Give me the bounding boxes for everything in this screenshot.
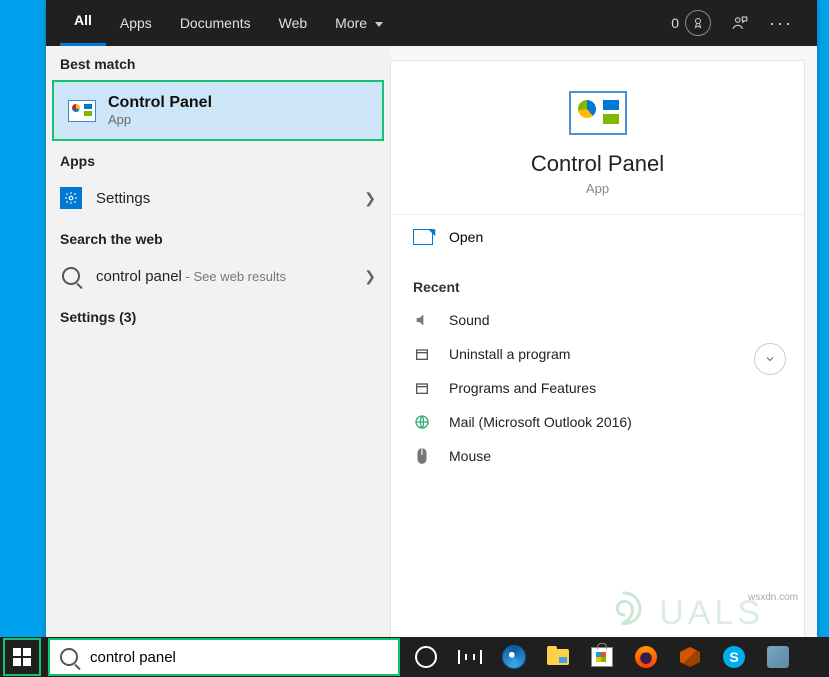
detail-title: Control Panel [391, 151, 804, 177]
search-tabbar: All Apps Documents Web More 0 ··· [46, 0, 817, 46]
recent-item-label: Sound [449, 312, 489, 328]
recent-item-sound[interactable]: Sound [391, 303, 804, 337]
cortana-icon [415, 646, 437, 668]
taskbar-app-explorer[interactable] [536, 637, 580, 677]
result-settings-label: Settings [96, 190, 350, 207]
start-button[interactable] [3, 638, 41, 676]
best-match-result[interactable]: Control Panel App [52, 80, 384, 141]
store-icon [591, 647, 613, 667]
chevron-down-icon [375, 22, 383, 27]
recent-header: Recent [391, 259, 804, 303]
skype-icon: S [723, 646, 745, 668]
control-panel-icon [569, 91, 627, 135]
globe-mail-icon [413, 413, 431, 431]
open-action[interactable]: Open [391, 215, 804, 259]
tab-apps[interactable]: Apps [106, 0, 166, 46]
box-icon [413, 379, 431, 397]
recent-item-programs[interactable]: Programs and Features [391, 371, 804, 405]
windows-logo-icon [13, 648, 31, 666]
firefox-icon [635, 646, 657, 668]
section-best-match: Best match [46, 46, 390, 78]
ellipsis-icon: ··· [769, 13, 793, 34]
search-icon [60, 648, 78, 666]
edge-icon [502, 645, 526, 669]
recent-item-mail[interactable]: Mail (Microsoft Outlook 2016) [391, 405, 804, 439]
best-match-title: Control Panel [108, 94, 212, 112]
chevron-down-icon [764, 353, 776, 365]
tab-more-label: More [335, 15, 367, 31]
tab-documents[interactable]: Documents [166, 0, 265, 46]
recent-item-label: Mail (Microsoft Outlook 2016) [449, 414, 632, 430]
desktop-left-strip [0, 0, 46, 660]
recent-item-label: Uninstall a program [449, 346, 570, 362]
cube-icon [680, 647, 700, 667]
mouse-icon [413, 447, 431, 465]
tab-more[interactable]: More [321, 0, 397, 46]
taskbar-app-generic[interactable] [756, 637, 800, 677]
taskview-button[interactable] [448, 637, 492, 677]
taskbar-app-3d[interactable] [668, 637, 712, 677]
speaker-icon [413, 311, 431, 329]
cortana-button[interactable] [404, 637, 448, 677]
taskbar-app-skype[interactable]: S [712, 637, 756, 677]
taskbar-app-edge[interactable] [492, 637, 536, 677]
options-button[interactable]: ··· [759, 13, 803, 34]
detail-subtitle: App [391, 181, 804, 196]
recent-item-uninstall[interactable]: Uninstall a program [391, 337, 804, 371]
section-search-web: Search the web [46, 221, 390, 253]
tab-web[interactable]: Web [265, 0, 322, 46]
result-settings[interactable]: Settings ❯ [46, 175, 390, 221]
watermark-swirl [604, 589, 644, 629]
box-icon [413, 345, 431, 363]
result-web-label: control panel - See web results [96, 268, 350, 285]
recent-item-label: Programs and Features [449, 380, 596, 396]
taskbar-app-store[interactable] [580, 637, 624, 677]
person-feedback-icon [731, 14, 749, 32]
best-match-subtitle: App [108, 112, 212, 127]
app-icon [767, 646, 789, 668]
taskbar: S [0, 637, 829, 677]
chevron-right-icon: ❯ [364, 190, 376, 207]
control-panel-icon [68, 100, 96, 122]
detail-panel: Control Panel App Open Recent Sound [390, 60, 805, 646]
results-column: Best match Control Panel App Apps Settin… [46, 46, 390, 660]
section-apps: Apps [46, 143, 390, 175]
gear-icon [60, 187, 82, 209]
taskbar-search-box[interactable] [48, 638, 400, 676]
search-icon [60, 265, 82, 287]
taskbar-search-input[interactable] [88, 648, 388, 667]
recent-item-mouse[interactable]: Mouse [391, 439, 804, 473]
open-icon [413, 229, 433, 245]
taskview-icon [458, 650, 482, 664]
rewards-button[interactable]: 0 [661, 10, 721, 36]
rewards-badge-icon [685, 10, 711, 36]
open-label: Open [449, 229, 483, 245]
rewards-points: 0 [671, 15, 679, 31]
result-web-search[interactable]: control panel - See web results ❯ [46, 253, 390, 299]
chevron-right-icon: ❯ [364, 268, 376, 285]
taskbar-app-firefox[interactable] [624, 637, 668, 677]
watermark: wsxdn.com [748, 592, 798, 603]
folder-icon [547, 649, 569, 665]
search-pane: All Apps Documents Web More 0 ··· Best m… [46, 0, 817, 660]
feedback-button[interactable] [721, 14, 759, 32]
recent-item-label: Mouse [449, 448, 491, 464]
tab-all[interactable]: All [60, 0, 106, 46]
section-settings-count[interactable]: Settings (3) [46, 299, 390, 331]
expand-button[interactable] [754, 343, 786, 375]
